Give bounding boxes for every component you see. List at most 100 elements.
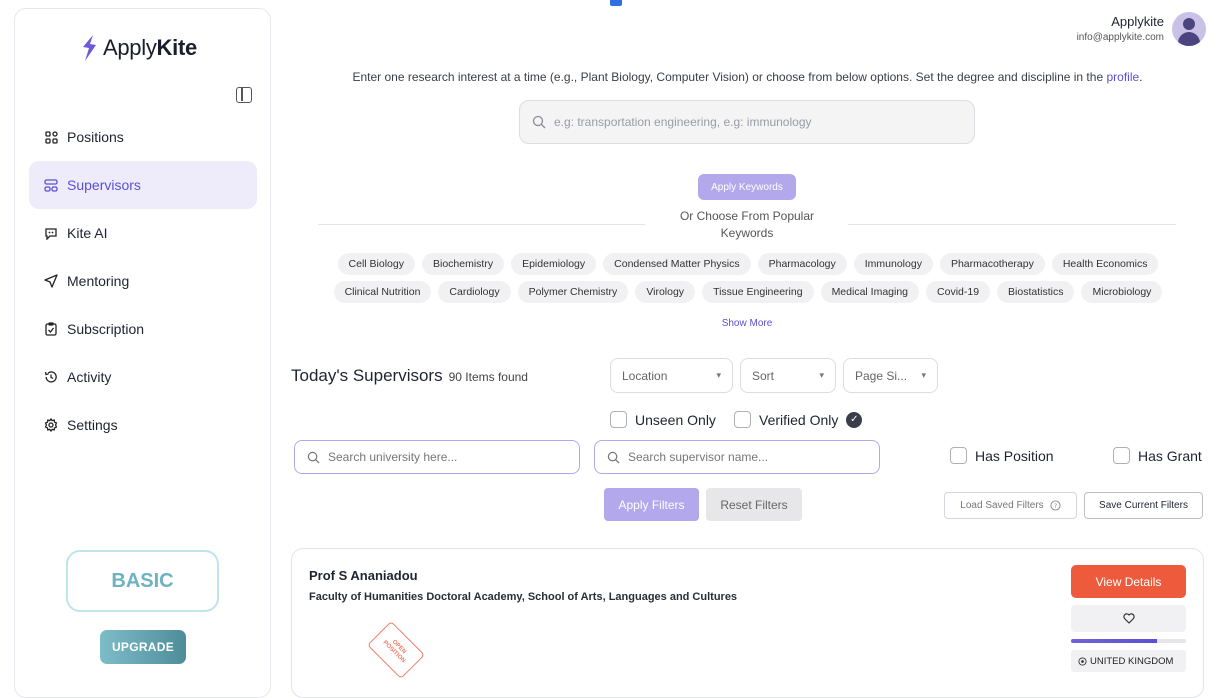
checkbox-box[interactable] (950, 447, 967, 464)
sidebar-item-label: Subscription (67, 321, 145, 337)
popular-keywords-label: Or Choose From Popular Keywords (679, 209, 815, 240)
upgrade-button[interactable]: UPGRADE (100, 630, 186, 664)
load-saved-filters-button[interactable]: Load Saved Filters ? (944, 492, 1077, 519)
divider-left (318, 224, 645, 225)
load-saved-filters-label: Load Saved Filters (960, 500, 1044, 511)
favorite-button[interactable] (1071, 605, 1186, 632)
checkbox-label: Unseen Only (635, 411, 716, 428)
results-count: 90 Items found (448, 370, 528, 384)
logo-text: ApplyKite (103, 35, 197, 60)
verified-only-checkbox[interactable]: Verified Only ✓ (734, 411, 863, 428)
plan-badge: BASIC (66, 550, 219, 612)
sort-select-value: Sort (752, 368, 775, 383)
has-grant-checkbox[interactable]: Has Grant (1113, 447, 1202, 464)
keyword-chip[interactable]: Health Economics (1051, 253, 1159, 275)
intro-text: Enter one research interest at a time (e… (352, 70, 1143, 84)
sidebar-item-positions[interactable]: Positions (29, 113, 257, 161)
grid-icon (44, 130, 58, 144)
checkbox-label: Has Position (975, 447, 1054, 464)
user-info[interactable]: Applykite info@applykite.com (1077, 14, 1164, 43)
checkbox-box[interactable] (610, 411, 627, 428)
search-icon (607, 451, 620, 463)
supervisor-card: Prof S Ananiadou Faculty of Humanities D… (291, 548, 1204, 698)
top-indicator (610, 0, 622, 6)
profile-link[interactable]: profile (1106, 70, 1139, 84)
checkbox-box[interactable] (1113, 447, 1130, 464)
sidebar-item-subscription[interactable]: Subscription (29, 305, 257, 353)
keyword-chip[interactable]: Covid-19 (926, 281, 991, 303)
supervisor-name[interactable]: Prof S Ananiadou (309, 568, 418, 583)
collapse-sidebar-icon[interactable] (236, 87, 252, 103)
clipboard-check-icon (44, 322, 58, 336)
sidebar: ApplyKite Positions Supervisors Kite AI (14, 8, 271, 698)
checkbox-box[interactable] (734, 411, 751, 428)
checkbox-label: Verified Only (759, 411, 839, 428)
view-details-button[interactable]: View Details (1071, 565, 1186, 598)
keyword-chip[interactable]: Clinical Nutrition (333, 281, 432, 303)
sidebar-item-mentoring[interactable]: Mentoring (29, 257, 257, 305)
sidebar-item-kite-ai[interactable]: Kite AI (29, 209, 257, 257)
location-pin-icon (1078, 656, 1087, 666)
progress-fill (1071, 639, 1158, 643)
keyword-chip[interactable]: Condensed Matter Physics (603, 253, 751, 275)
results-title: Today's Supervisors (291, 366, 443, 385)
apply-keywords-button[interactable]: Apply Keywords (698, 174, 796, 200)
keyword-search-placeholder: e.g: transportation engineering, e.g: im… (554, 115, 812, 129)
heart-icon (1122, 613, 1135, 624)
keyword-chip[interactable]: Tissue Engineering (702, 281, 814, 303)
has-position-checkbox[interactable]: Has Position (950, 447, 1054, 464)
sidebar-item-label: Positions (67, 129, 124, 145)
sidebar-item-supervisors[interactable]: Supervisors (29, 161, 257, 209)
keyword-chip[interactable]: Epidemiology (511, 253, 597, 275)
sort-select[interactable]: Sort ▾ (740, 358, 836, 393)
keyword-chip[interactable]: Medical Imaging (820, 281, 920, 303)
page-size-select[interactable]: Page Si... ▾ (843, 358, 938, 393)
show-more-link[interactable]: Show More (700, 318, 794, 329)
keyword-chip[interactable]: Biochemistry (421, 253, 505, 275)
results-heading: Today's Supervisors 90 Items found (291, 366, 528, 386)
keyword-chip[interactable]: Microbiology (1081, 281, 1163, 303)
location-select[interactable]: Location ▾ (610, 358, 733, 393)
send-icon (44, 274, 58, 288)
supervisors-icon (44, 178, 58, 192)
reset-filters-button[interactable]: Reset Filters (706, 488, 802, 521)
sidebar-item-activity[interactable]: Activity (29, 353, 257, 401)
keyword-chip[interactable]: Cell Biology (337, 253, 415, 275)
apply-filters-button[interactable]: Apply Filters (604, 488, 699, 521)
logo[interactable]: ApplyKite (81, 35, 197, 61)
keyword-chip[interactable]: Polymer Chemistry (517, 281, 629, 303)
keyword-chip[interactable]: Pharmacology (757, 253, 847, 275)
keyword-chip[interactable]: Cardiology (438, 281, 511, 303)
page-size-select-value: Page Si... (855, 368, 908, 383)
chat-bot-icon (44, 226, 58, 240)
keyword-chip[interactable]: Biostatistics (997, 281, 1075, 303)
keyword-chips: Cell Biology Biochemistry Epidemiology Cond… (318, 253, 1178, 309)
supervisor-search-input[interactable]: Search supervisor name... (594, 440, 880, 474)
gear-icon (44, 418, 58, 432)
university-search-input[interactable]: Search university here... (294, 440, 580, 474)
chevron-down-icon: ▾ (819, 370, 824, 380)
chevron-down-icon: ▾ (716, 370, 721, 380)
svg-text:?: ? (1053, 502, 1056, 510)
supervisor-department: Faculty of Humanities Doctoral Academy, … (309, 591, 738, 603)
sidebar-item-settings[interactable]: Settings (29, 401, 257, 449)
history-icon (44, 370, 58, 384)
unseen-only-checkbox[interactable]: Unseen Only (610, 411, 716, 428)
sidebar-item-label: Supervisors (67, 177, 141, 193)
open-position-stamp: OPEN POSITION (367, 621, 425, 679)
avatar[interactable] (1172, 12, 1206, 46)
help-icon[interactable]: ? (1050, 500, 1061, 511)
user-name: Applykite (1111, 14, 1164, 29)
search-icon (307, 451, 320, 463)
location-select-value: Location (622, 368, 668, 383)
keyword-search-input[interactable]: e.g: transportation engineering, e.g: im… (519, 100, 975, 144)
save-current-filters-button[interactable]: Save Current Filters (1084, 492, 1203, 519)
university-search-placeholder: Search university here... (328, 450, 458, 464)
keyword-row: Clinical Nutrition Cardiology Polymer Chem… (318, 281, 1178, 303)
keyword-chip[interactable]: Pharmacotherapy (939, 253, 1045, 275)
country-badge: UNITED KINGDOM (1071, 650, 1186, 672)
verified-badge-icon: ✓ (846, 411, 863, 428)
keyword-chip[interactable]: Virology (635, 281, 696, 303)
keyword-chip[interactable]: Immunology (853, 253, 933, 275)
sidebar-item-label: Settings (67, 417, 118, 433)
